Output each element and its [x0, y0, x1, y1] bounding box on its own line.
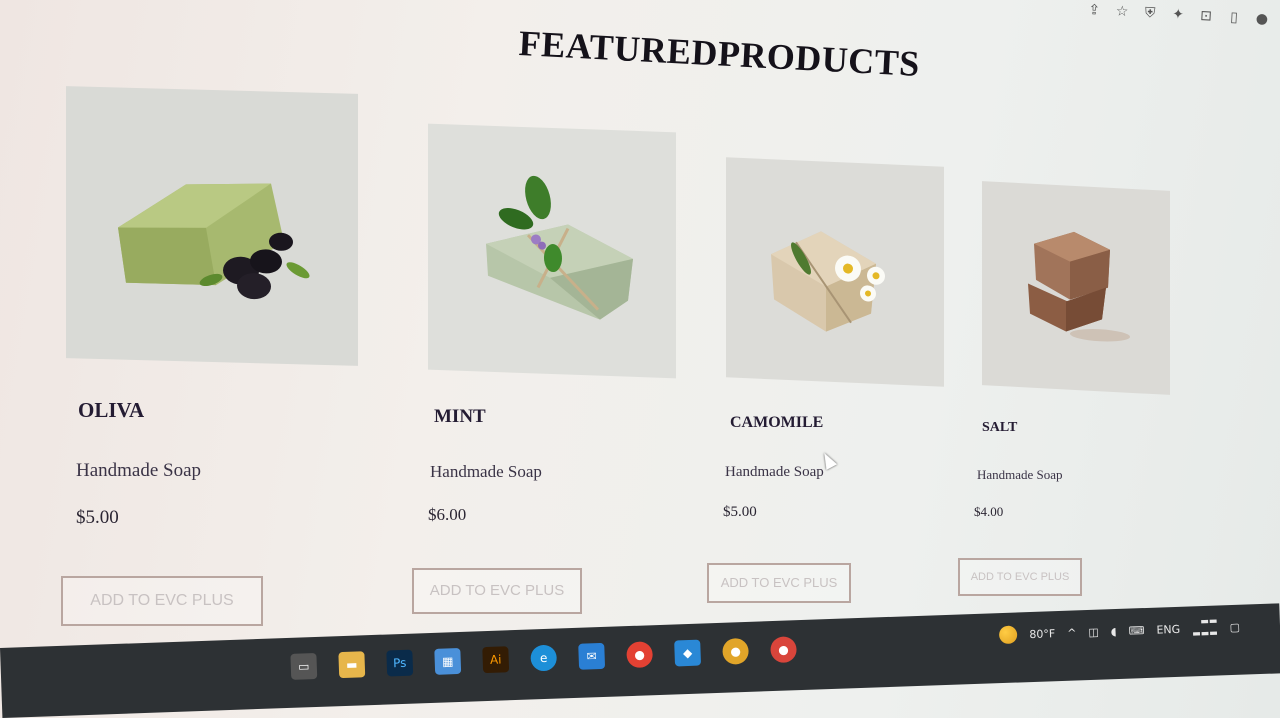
- add-to-cart-button[interactable]: ADD TO EVC PLUS: [61, 576, 263, 626]
- keyboard-icon[interactable]: ⌨: [1128, 624, 1144, 638]
- screen: ⇪ ☆ ⛨ ✦ ⊡ ▯ ● FEATUREDPRODUCTS OLIVA Han…: [0, 0, 1280, 718]
- product-price: $4.00: [974, 504, 1004, 519]
- product-subtitle: Handmade Soap: [725, 464, 824, 480]
- clock-time: ▬▬: [1200, 616, 1218, 628]
- network-icon[interactable]: ◫: [1088, 625, 1099, 638]
- file-explorer-icon[interactable]: ▬: [338, 651, 366, 679]
- product-name: CAMOMILE: [730, 414, 824, 431]
- product-name: SALT: [982, 420, 1018, 435]
- product-subtitle: Handmade Soap: [76, 460, 202, 481]
- page-content: FEATUREDPRODUCTS OLIVA Handmade Soap $5.: [0, 0, 1280, 660]
- store-icon[interactable]: ▦: [434, 647, 462, 675]
- system-tray: 80°F ^ ◫ ◖ ⌨ ENG ▬▬ ▬▬▬ ▢: [999, 615, 1240, 647]
- weather-temperature[interactable]: 80°F: [1029, 627, 1055, 641]
- illustrator-icon[interactable]: Ai: [482, 646, 510, 674]
- clock-date: ▬▬▬: [1192, 628, 1219, 640]
- product-price: $6.00: [428, 505, 467, 524]
- add-to-cart-button[interactable]: ADD TO EVC PLUS: [412, 568, 582, 614]
- mail-icon[interactable]: ✉: [578, 642, 606, 670]
- task-view-icon[interactable]: ▭: [290, 652, 318, 680]
- chevron-up-icon[interactable]: ^: [1067, 626, 1077, 639]
- volume-icon[interactable]: ◖: [1111, 625, 1117, 638]
- taskbar-apps: ▭ ▬ Ps ▦ Ai e ✉ ● ◆ ● ●: [290, 636, 797, 680]
- product-name: OLIVA: [78, 398, 145, 422]
- product-price: $5.00: [723, 504, 757, 520]
- page-title: FEATUREDPRODUCTS: [517, 22, 921, 84]
- product-name: MINT: [434, 406, 486, 427]
- product-subtitle: Handmade Soap: [977, 467, 1063, 482]
- product-image[interactable]: [982, 181, 1170, 395]
- product-image[interactable]: [66, 86, 358, 366]
- add-to-cart-button[interactable]: ADD TO EVC PLUS: [958, 558, 1082, 596]
- camomile-soap-image: [771, 231, 885, 332]
- photoshop-icon[interactable]: Ps: [386, 649, 414, 677]
- notification-icon[interactable]: ▢: [1229, 620, 1240, 633]
- add-to-cart-button[interactable]: ADD TO EVC PLUS: [707, 563, 851, 603]
- mint-soap-image: [486, 175, 633, 320]
- product-image[interactable]: [726, 157, 944, 387]
- product-subtitle: Handmade Soap: [430, 462, 542, 481]
- vscode-icon[interactable]: ◆: [674, 639, 702, 667]
- chrome-profile-icon[interactable]: ●: [770, 636, 797, 664]
- olive-soap-image: [118, 183, 310, 300]
- clock[interactable]: ▬▬ ▬▬▬: [1192, 616, 1218, 641]
- edge-icon[interactable]: e: [530, 644, 558, 672]
- weather-icon[interactable]: [999, 625, 1018, 645]
- chrome-canary-icon[interactable]: ●: [722, 637, 750, 665]
- chrome-icon[interactable]: ●: [626, 641, 654, 669]
- salt-soap-image: [1028, 231, 1130, 342]
- language-indicator[interactable]: ENG: [1156, 622, 1180, 636]
- product-image[interactable]: [428, 123, 676, 379]
- product-price: $5.00: [76, 507, 119, 528]
